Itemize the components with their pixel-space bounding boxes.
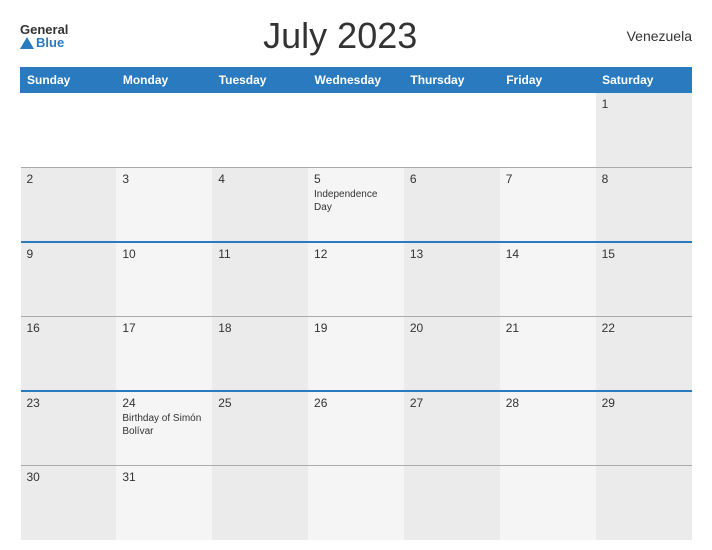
calendar-cell: 30 xyxy=(21,465,117,540)
calendar-title: July 2023 xyxy=(68,15,612,57)
calendar-cell: 1 xyxy=(596,93,692,168)
day-number: 1 xyxy=(602,97,686,111)
day-number: 5 xyxy=(314,172,398,186)
day-number: 25 xyxy=(218,396,302,410)
calendar-cell: 8 xyxy=(596,167,692,242)
calendar-cell: 17 xyxy=(116,316,212,391)
logo: General Blue xyxy=(20,23,68,49)
calendar-cell: 12 xyxy=(308,242,404,317)
calendar-cell xyxy=(308,93,404,168)
day-number: 21 xyxy=(506,321,590,335)
day-number: 26 xyxy=(314,396,398,410)
day-number: 28 xyxy=(506,396,590,410)
calendar-cell xyxy=(500,93,596,168)
day-number: 19 xyxy=(314,321,398,335)
calendar-cell: 28 xyxy=(500,391,596,466)
day-number: 13 xyxy=(410,247,494,261)
event-label: Independence Day xyxy=(314,189,377,213)
day-number: 8 xyxy=(602,172,686,186)
calendar-cell: 27 xyxy=(404,391,500,466)
day-number: 10 xyxy=(122,247,206,261)
week-row-3: 16 17 18 19 20 21 22 xyxy=(21,316,692,391)
calendar-cell: 4 xyxy=(212,167,308,242)
calendar-cell: 2 xyxy=(21,167,117,242)
day-number: 16 xyxy=(27,321,111,335)
day-number: 6 xyxy=(410,172,494,186)
calendar-cell: 31 xyxy=(116,465,212,540)
day-number: 22 xyxy=(602,321,686,335)
calendar-cell: 3 xyxy=(116,167,212,242)
logo-triangle-icon xyxy=(20,37,34,49)
day-number: 18 xyxy=(218,321,302,335)
calendar-cell xyxy=(500,465,596,540)
calendar-cell: 25 xyxy=(212,391,308,466)
calendar-page: General Blue July 2023 Venezuela Sunday … xyxy=(0,0,712,550)
calendar-cell: 19 xyxy=(308,316,404,391)
calendar-cell: 11 xyxy=(212,242,308,317)
header-tuesday: Tuesday xyxy=(212,68,308,93)
day-number: 7 xyxy=(506,172,590,186)
calendar-cell: 22 xyxy=(596,316,692,391)
calendar-cell xyxy=(212,93,308,168)
calendar-cell xyxy=(212,465,308,540)
calendar-cell: 9 xyxy=(21,242,117,317)
week-row-0: 1 xyxy=(21,93,692,168)
calendar-cell: 13 xyxy=(404,242,500,317)
calendar-cell xyxy=(308,465,404,540)
calendar-cell: 15 xyxy=(596,242,692,317)
calendar-cell: 24 Birthday of Simón Bolívar xyxy=(116,391,212,466)
day-number: 2 xyxy=(27,172,111,186)
day-number: 14 xyxy=(506,247,590,261)
calendar-table: Sunday Monday Tuesday Wednesday Thursday… xyxy=(20,67,692,540)
header-monday: Monday xyxy=(116,68,212,93)
calendar-header: General Blue July 2023 Venezuela xyxy=(20,15,692,57)
calendar-cell: 23 xyxy=(21,391,117,466)
calendar-cell: 26 xyxy=(308,391,404,466)
week-row-4: 23 24 Birthday of Simón Bolívar 25 26 27 28 29 xyxy=(21,391,692,466)
calendar-cell xyxy=(116,93,212,168)
calendar-cell: 5 Independence Day xyxy=(308,167,404,242)
header-sunday: Sunday xyxy=(21,68,117,93)
day-header-row: Sunday Monday Tuesday Wednesday Thursday… xyxy=(21,68,692,93)
calendar-cell xyxy=(596,465,692,540)
calendar-cell: 21 xyxy=(500,316,596,391)
calendar-cell xyxy=(404,465,500,540)
day-number: 20 xyxy=(410,321,494,335)
day-number: 9 xyxy=(27,247,111,261)
day-number: 3 xyxy=(122,172,206,186)
calendar-cell xyxy=(404,93,500,168)
calendar-cell: 29 xyxy=(596,391,692,466)
day-number: 31 xyxy=(122,470,206,484)
day-number: 17 xyxy=(122,321,206,335)
day-number: 29 xyxy=(602,396,686,410)
header-thursday: Thursday xyxy=(404,68,500,93)
day-number: 12 xyxy=(314,247,398,261)
day-number: 30 xyxy=(27,470,111,484)
calendar-cell: 7 xyxy=(500,167,596,242)
calendar-cell: 16 xyxy=(21,316,117,391)
day-number: 4 xyxy=(218,172,302,186)
calendar-cell: 20 xyxy=(404,316,500,391)
week-row-2: 9 10 11 12 13 14 15 xyxy=(21,242,692,317)
day-number: 11 xyxy=(218,247,302,261)
event-label: Birthday of Simón Bolívar xyxy=(122,413,201,437)
calendar-cell: 6 xyxy=(404,167,500,242)
calendar-cell: 10 xyxy=(116,242,212,317)
calendar-cell xyxy=(21,93,117,168)
header-wednesday: Wednesday xyxy=(308,68,404,93)
week-row-5: 30 31 xyxy=(21,465,692,540)
day-number: 27 xyxy=(410,396,494,410)
header-friday: Friday xyxy=(500,68,596,93)
calendar-cell: 14 xyxy=(500,242,596,317)
day-number: 24 xyxy=(122,396,206,410)
country-label: Venezuela xyxy=(612,28,692,44)
calendar-cell: 18 xyxy=(212,316,308,391)
week-row-1: 2345 Independence Day 678 xyxy=(21,167,692,242)
day-number: 15 xyxy=(602,247,686,261)
logo-blue-text: Blue xyxy=(20,36,68,49)
day-number: 23 xyxy=(27,396,111,410)
header-saturday: Saturday xyxy=(596,68,692,93)
